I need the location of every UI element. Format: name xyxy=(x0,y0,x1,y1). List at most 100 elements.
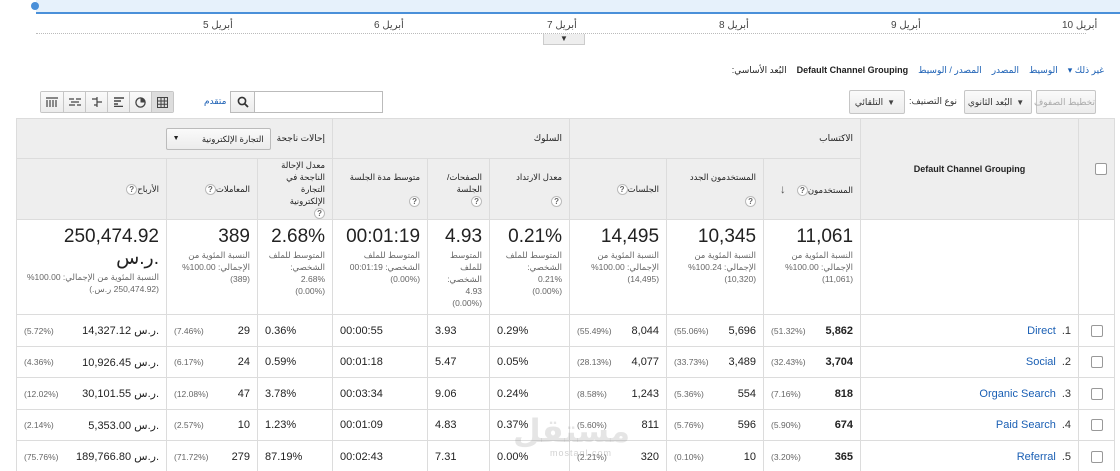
sort-descending-icon[interactable]: ↓ xyxy=(780,182,786,196)
channel-link[interactable]: Social xyxy=(1026,356,1056,368)
dimension-link-medium[interactable]: الوسيط xyxy=(1029,65,1058,76)
total-new-users-sub: الإجمالي: 100.24% xyxy=(688,262,757,273)
row-checkbox[interactable] xyxy=(1090,450,1103,463)
search-button[interactable] xyxy=(231,92,255,112)
transactions-header-label: المعاملات xyxy=(215,184,250,194)
transactions-percent: (71.72%) xyxy=(174,451,209,462)
help-icon[interactable]: ? xyxy=(796,184,808,196)
timeline-chart: أبريل 5 أبريل 6 أبريل 7 أبريل 8 أبريل 9 … xyxy=(0,0,1120,50)
channel-link[interactable]: Referral xyxy=(1017,451,1056,463)
dimension-column-header[interactable]: Default Channel Grouping xyxy=(860,117,1080,221)
dimension-link-source-medium[interactable]: المصدر / الوسيط xyxy=(918,65,982,76)
transactions-value: 29 xyxy=(237,324,250,337)
plot-rows-button[interactable]: تخطيط الصفوف xyxy=(1034,90,1096,114)
help-icon[interactable]: ? xyxy=(745,196,757,208)
bounce-rate-cell: 0.05% xyxy=(489,345,571,379)
advanced-filter-link[interactable]: متقدم xyxy=(204,96,226,107)
total-avg-duration-sub: (0.00%) xyxy=(390,274,421,285)
timeline-tick-label: أبريل 10 xyxy=(1062,20,1098,31)
ecom-rate-cell: 1.23% xyxy=(256,408,334,442)
total-transactions: 389 النسبة المئوية من الإجمالي: 100.00% … xyxy=(166,219,258,316)
term-cloud-view-icon[interactable] xyxy=(63,92,85,112)
select-all-cell xyxy=(1078,117,1116,221)
users-percent: (5.90%) xyxy=(771,420,801,430)
total-new-users-value: 10,345 xyxy=(697,226,757,248)
help-icon[interactable]: ? xyxy=(551,196,563,208)
help-icon[interactable]: ? xyxy=(616,184,628,196)
select-all-checkbox[interactable] xyxy=(1095,163,1108,176)
total-users-sub: النسبة المئوية من xyxy=(791,250,854,261)
total-sessions-value: 14,495 xyxy=(600,226,660,248)
revenue-header[interactable]: ? الأرباح xyxy=(16,157,167,221)
dimension-more-dropdown[interactable]: غير ذلك ▾ xyxy=(1068,65,1104,76)
performance-view-icon[interactable] xyxy=(107,92,129,112)
transactions-value: 47 xyxy=(237,387,250,400)
new-users-value: 5,696 xyxy=(728,324,757,337)
table-search-field[interactable] xyxy=(230,91,383,113)
revenue-cell: 189,766.80 ر.س. (75.76%) xyxy=(16,440,167,471)
help-icon[interactable]: ? xyxy=(409,196,421,208)
pivot-view-icon[interactable] xyxy=(41,92,63,112)
pages-session-value: 5.47 xyxy=(435,356,457,368)
row-checkbox[interactable] xyxy=(1090,419,1103,432)
total-transactions-sub: الإجمالي: 100.00% xyxy=(182,262,250,273)
row-checkbox[interactable] xyxy=(1090,387,1103,400)
row-index: 1. xyxy=(1061,324,1072,337)
transactions-header[interactable]: ? المعاملات xyxy=(166,157,258,221)
channel-link[interactable]: Organic Search xyxy=(979,388,1055,400)
channel-cell: 5. Referral xyxy=(860,440,1080,471)
channel-cell: 1. Direct xyxy=(860,314,1080,347)
channel-link[interactable]: Direct xyxy=(1027,325,1056,337)
pages-session-header-label: الصفحات/ الجلسة xyxy=(446,172,483,194)
channel-cell: 4. Paid Search xyxy=(860,408,1080,442)
sort-type-dropdown[interactable]: ▼التلقائي xyxy=(849,90,905,114)
total-avg-duration-value: 00:01:19 xyxy=(346,226,421,248)
revenue-value: 189,766.80 ر.س. xyxy=(76,451,159,463)
timeline-tick-label: أبريل 8 xyxy=(719,20,749,31)
avg-duration-header-label: متوسط مدة الجلسة xyxy=(349,172,421,182)
bounce-rate-header[interactable]: معدل الارتداد? xyxy=(489,157,571,221)
sessions-header[interactable]: ? الجلسات xyxy=(569,157,668,221)
pages-session-cell: 7.31 xyxy=(427,440,491,471)
total-users-sub: الإجمالي: 100.00% xyxy=(785,262,854,273)
table-view-icon[interactable] xyxy=(151,92,173,112)
comparison-view-icon[interactable] xyxy=(85,92,107,112)
help-icon[interactable]: ? xyxy=(126,184,138,196)
total-bounce-rate-sub: الشخصي: xyxy=(527,262,563,273)
total-users-value: 11,061 xyxy=(796,226,854,248)
revenue-header-label: الأرباح xyxy=(137,184,159,194)
table-row: 30,101.55 ر.س. (12.02%) 47 (12.08%) 3.78% 00:… xyxy=(16,377,1116,410)
avg-duration-cell: 00:01:18 xyxy=(332,345,429,379)
sessions-header-label: الجلسات xyxy=(627,184,660,194)
ecom-rate-header-label: معدل الإحالة الناجحة في التجارة الإلكترو… xyxy=(281,160,326,206)
pie-view-icon[interactable] xyxy=(129,92,151,112)
total-revenue-value: 250,474.92 ر.س. xyxy=(63,226,159,270)
sessions-percent: (8.58%) xyxy=(577,388,607,399)
help-icon[interactable]: ? xyxy=(314,208,326,219)
revenue-cell: 14,327.12 ر.س. (5.72%) xyxy=(16,314,167,347)
row-checkbox[interactable] xyxy=(1090,324,1103,337)
conversions-goal-dropdown[interactable]: ▼ التجارة الإلكترونية xyxy=(165,127,271,150)
avg-duration-header[interactable]: متوسط مدة الجلسة? xyxy=(332,157,429,221)
help-icon[interactable]: ? xyxy=(471,196,483,208)
secondary-dimension-dropdown[interactable]: ▼البُعد الثانوي xyxy=(964,90,1032,114)
ecom-rate-header[interactable]: معدل الإحالة الناجحة في التجارة الإلكترو… xyxy=(256,157,334,221)
users-value: 3,704 xyxy=(825,356,854,368)
row-checkbox[interactable] xyxy=(1090,356,1103,369)
new-users-header[interactable]: المستخدمون الجدد? xyxy=(666,157,765,221)
timeline-tick-label: أبريل 5 xyxy=(203,20,233,31)
users-header[interactable]: ↓? المستخدمون xyxy=(763,157,862,221)
users-header-label: المستخدمون xyxy=(807,184,854,195)
users-value: 818 xyxy=(834,387,854,400)
explorer-report-table: ▼ التجارة الإلكترونية إحالات ناجحة السلوك… xyxy=(15,117,1116,471)
avg-duration-cell: 00:01:09 xyxy=(332,408,429,442)
collapse-chart-button[interactable]: ▼ xyxy=(543,34,585,45)
dimension-link-source[interactable]: المصدر xyxy=(992,65,1019,76)
total-avg-duration-sub: الشخصي: 00:01:19 xyxy=(349,262,421,273)
channel-link[interactable]: Paid Search xyxy=(996,419,1056,431)
sessions-percent: (28.13%) xyxy=(577,357,612,367)
pages-session-header[interactable]: الصفحات/ الجلسة? xyxy=(427,157,491,221)
total-revenue-sub: (250,474.92 ر.س.) xyxy=(89,284,159,295)
total-pages-session-sub: 4.93 xyxy=(465,286,483,297)
help-icon[interactable]: ? xyxy=(204,184,216,196)
